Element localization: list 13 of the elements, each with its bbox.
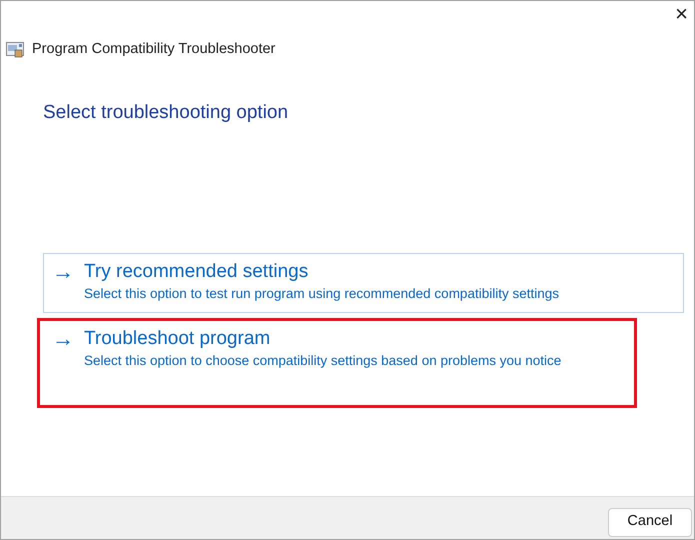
- option-button[interactable]: → Try recommended settings Select this option to test run program using recommended compatibility settings: [43, 253, 684, 314]
- option-title: Troubleshoot program: [84, 328, 272, 352]
- close-button[interactable]: ×: [675, 1, 694, 25]
- window-title: Program Compatibility Troubleshooter: [32, 40, 276, 59]
- arrow-icon: →: [52, 328, 74, 398]
- cancel-button[interactable]: Cancel: [608, 508, 692, 536]
- program-icon: [6, 42, 24, 58]
- arrow-icon: →: [52, 261, 74, 304]
- page-heading: Select troubleshooting option: [43, 100, 290, 125]
- option-description: Select this option to test run program using recommended compatibility settings: [84, 285, 559, 304]
- option-button[interactable]: → Troubleshoot program Select this option to choose compatibility settings based on problems you notice: [37, 318, 637, 408]
- option-description: Select this option to choose compatibility settings based on problems you notice: [84, 352, 562, 370]
- option-title: Try recommended settings: [84, 261, 310, 284]
